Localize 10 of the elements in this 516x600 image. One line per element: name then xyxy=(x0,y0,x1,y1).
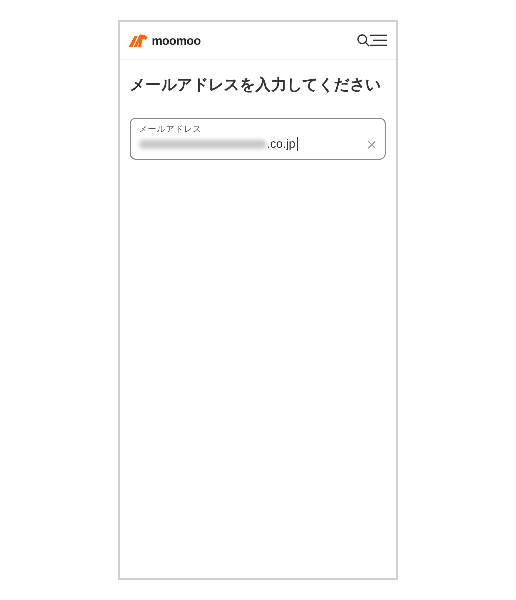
text-caret xyxy=(296,137,298,151)
email-field[interactable]: メールアドレス .co.jp xyxy=(130,118,386,160)
field-value: .co.jp xyxy=(267,136,296,153)
clear-icon[interactable] xyxy=(368,141,376,149)
page-title: メールアドレスを入力してください xyxy=(130,76,382,96)
logo-icon xyxy=(129,34,149,47)
logo-text: moomoo xyxy=(152,32,201,50)
menu-icon[interactable] xyxy=(370,34,387,47)
search-icon[interactable] xyxy=(357,34,370,47)
field-label: メールアドレス xyxy=(139,124,203,135)
